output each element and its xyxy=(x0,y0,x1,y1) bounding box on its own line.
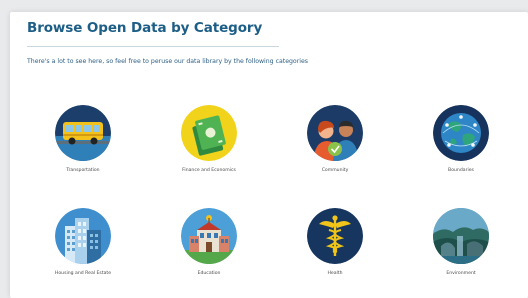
bus-icon xyxy=(55,105,111,161)
landscape-icon xyxy=(433,208,489,264)
category-label: Health xyxy=(327,271,343,276)
people-icon xyxy=(307,105,363,161)
category-environment[interactable]: Environment xyxy=(406,208,516,276)
category-label: Finance and Economics xyxy=(182,168,236,173)
category-boundaries[interactable]: Boundaries xyxy=(406,105,516,173)
category-community[interactable]: Community xyxy=(280,105,390,173)
school-icon xyxy=(181,208,237,264)
category-finance[interactable]: Finance and Economics xyxy=(154,105,264,173)
category-education[interactable]: Education xyxy=(154,208,264,276)
category-housing[interactable]: Housing and Real Estate xyxy=(28,208,138,276)
category-label: Environment xyxy=(446,271,476,276)
globe-icon xyxy=(433,105,489,161)
category-health[interactable]: Health xyxy=(280,208,390,276)
category-grid: Transportation Finance and Economics Com… xyxy=(10,12,528,298)
category-transportation[interactable]: Transportation xyxy=(28,105,138,173)
caduceus-icon xyxy=(307,208,363,264)
category-label: Boundaries xyxy=(448,168,474,173)
category-label: Community xyxy=(321,168,349,173)
buildings-icon xyxy=(55,208,111,264)
category-card: Browse Open Data by Category There's a l… xyxy=(10,12,528,298)
category-label: Transportation xyxy=(66,168,100,173)
money-icon xyxy=(181,105,237,161)
category-label: Education xyxy=(197,271,221,276)
category-label: Housing and Real Estate xyxy=(54,271,112,276)
